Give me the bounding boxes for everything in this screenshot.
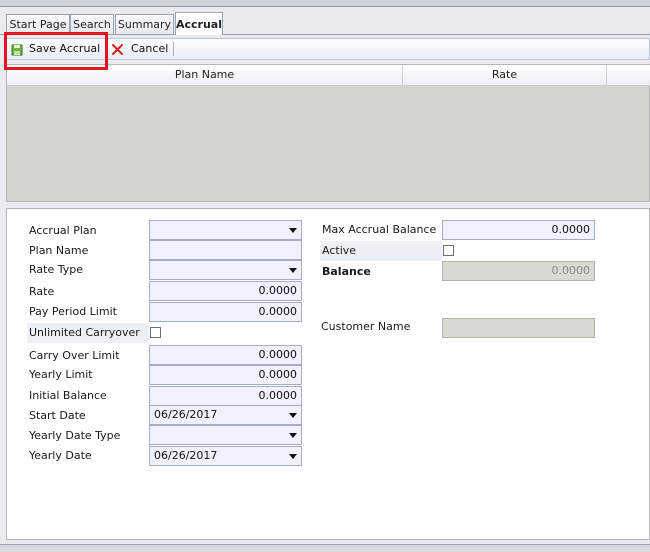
- accrual-plan-label: Accrual Plan: [29, 224, 97, 237]
- carry-over-limit-field[interactable]: 0.0000: [149, 345, 302, 365]
- column-header-rate[interactable]: Rate: [403, 65, 607, 85]
- rate-type-label: Rate Type: [29, 263, 83, 276]
- pay-period-limit-field[interactable]: 0.0000: [149, 302, 302, 322]
- rate-type-dropdown[interactable]: [149, 260, 302, 280]
- window-top-border: [0, 0, 650, 7]
- initial-balance-label: Initial Balance: [29, 389, 107, 402]
- tab-summary[interactable]: Summary: [115, 14, 174, 34]
- yearly-date-type-dropdown[interactable]: [149, 425, 302, 445]
- tab-accrual[interactable]: Accrual: [175, 12, 223, 35]
- max-accrual-balance-field[interactable]: 0.0000: [442, 220, 595, 240]
- plan-name-label: Plan Name: [29, 244, 89, 257]
- max-accrual-balance-label: Max Accrual Balance: [322, 223, 437, 236]
- chevron-down-icon: [289, 433, 297, 438]
- highlight-box: [4, 32, 108, 70]
- active-label: Active: [320, 241, 442, 261]
- initial-balance-field[interactable]: 0.0000: [149, 386, 302, 406]
- accrual-form: Accrual Plan Plan Name Rate Type Rate Pa…: [6, 208, 650, 540]
- tab-start-page[interactable]: Start Page: [6, 14, 70, 34]
- yearly-limit-field[interactable]: 0.0000: [149, 365, 302, 385]
- chevron-down-icon: [289, 454, 297, 459]
- rate-field[interactable]: 0.0000: [149, 281, 302, 301]
- customer-name-label: Customer Name: [321, 320, 411, 333]
- plan-name-field[interactable]: [149, 240, 302, 260]
- yearly-limit-label: Yearly Limit: [29, 368, 93, 381]
- yearly-date-dropdown[interactable]: 06/26/2017: [149, 446, 302, 466]
- red-x-icon: [112, 44, 123, 55]
- active-checkbox[interactable]: [443, 245, 454, 256]
- accrual-plans-grid[interactable]: Plan Name Rate: [6, 64, 650, 202]
- cancel-label: Cancel: [131, 42, 169, 55]
- rate-label: Rate: [29, 285, 55, 298]
- toolbar-separator: [173, 42, 174, 56]
- tab-search[interactable]: Search: [70, 14, 114, 34]
- yearly-date-label: Yearly Date: [29, 449, 92, 462]
- customer-name-field: [442, 318, 595, 338]
- balance-field: 0.0000: [442, 261, 595, 281]
- unlimited-carryover-checkbox[interactable]: [150, 327, 161, 338]
- balance-label: Balance: [322, 265, 371, 278]
- yearly-date-value: 06/26/2017: [154, 449, 218, 462]
- start-date-label: Start Date: [29, 409, 86, 422]
- pay-period-limit-label: Pay Period Limit: [29, 305, 117, 318]
- cancel-button[interactable]: Cancel: [111, 40, 171, 58]
- chevron-down-icon: [289, 228, 297, 233]
- accrual-plan-dropdown[interactable]: [149, 220, 302, 240]
- chevron-down-icon: [289, 413, 297, 418]
- carry-over-limit-label: Carry Over Limit: [29, 349, 120, 362]
- unlimited-carryover-label: Unlimited Carryover: [27, 323, 149, 343]
- start-date-value: 06/26/2017: [154, 408, 218, 421]
- start-date-dropdown[interactable]: 06/26/2017: [149, 405, 302, 425]
- yearly-date-type-label: Yearly Date Type: [29, 429, 121, 442]
- chevron-down-icon: [289, 268, 297, 273]
